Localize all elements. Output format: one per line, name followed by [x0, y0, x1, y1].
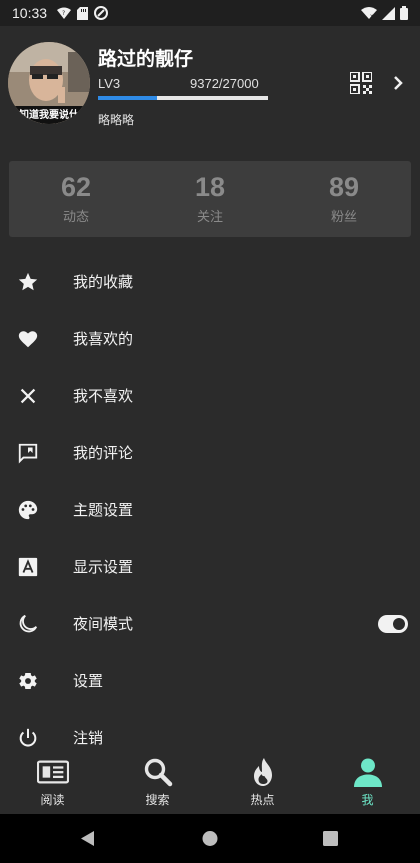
nav-item-hot[interactable]: 热点	[210, 752, 315, 814]
profile-header[interactable]: 知道我要说什 路过的靓仔 LV3 9372/27000 略略略	[0, 26, 420, 146]
menu-list: 我的收藏 我喜欢的 我不喜欢 我的评论 主题设置 显示设置 夜间模式 设置 注销	[0, 253, 420, 766]
menu-item-night-mode[interactable]: 夜间模式	[0, 595, 420, 652]
nav-label: 热点	[250, 793, 275, 807]
menu-label: 夜间模式	[73, 615, 134, 633]
exp-progress-fill	[98, 96, 157, 100]
flame-icon	[247, 756, 279, 788]
nav-item-read[interactable]: 阅读	[0, 752, 105, 814]
menu-label: 我的收藏	[73, 273, 134, 291]
menu-item-liked[interactable]: 我喜欢的	[0, 310, 420, 367]
menu-label: 我的评论	[73, 444, 134, 462]
system-nav-bar	[0, 814, 420, 863]
avatar-caption: 知道我要说什	[18, 108, 79, 121]
stat-posts[interactable]: 62 动态	[9, 161, 143, 237]
nav-label: 我	[361, 793, 374, 807]
close-icon	[17, 385, 39, 407]
wifi-question-icon: ?	[57, 7, 72, 19]
nav-item-me[interactable]: 我	[315, 752, 420, 814]
sd-card-icon	[77, 6, 89, 20]
person-icon	[352, 756, 384, 788]
gear-icon	[17, 670, 39, 692]
stat-value: 89	[328, 172, 360, 202]
menu-item-display[interactable]: 显示设置	[0, 538, 420, 595]
font-icon	[17, 556, 39, 578]
menu-label: 注销	[73, 729, 104, 747]
menu-item-theme[interactable]: 主题设置	[0, 481, 420, 538]
menu-label: 主题设置	[73, 501, 134, 519]
avatar[interactable]: 知道我要说什	[8, 42, 90, 124]
home-icon[interactable]	[202, 831, 218, 846]
exp-text: 9372/27000	[190, 76, 259, 91]
status-time: 10:33	[12, 5, 48, 21]
stat-value: 62	[60, 172, 92, 202]
status-bar: 10:33 ? x	[0, 0, 420, 26]
moon-icon	[17, 613, 39, 635]
menu-label: 我喜欢的	[73, 330, 134, 348]
stat-followers[interactable]: 89 粉丝	[277, 161, 411, 237]
star-icon	[17, 271, 39, 293]
back-icon[interactable]	[81, 831, 94, 846]
battery-icon	[400, 6, 408, 20]
nav-item-search[interactable]: 搜索	[105, 752, 210, 814]
menu-label: 设置	[73, 672, 104, 690]
power-icon	[17, 727, 39, 749]
stat-label: 动态	[62, 210, 89, 225]
bottom-nav: 阅读 搜索 热点 我	[0, 752, 420, 814]
signature: 略略略	[98, 113, 135, 127]
search-icon	[142, 756, 174, 788]
svg-text:x: x	[370, 13, 374, 19]
heart-icon	[17, 328, 39, 350]
stat-label: 粉丝	[330, 210, 357, 225]
cell-signal-icon	[382, 6, 395, 20]
nav-label: 搜索	[145, 793, 170, 807]
qr-code-button[interactable]	[349, 71, 373, 95]
menu-label: 显示设置	[73, 558, 134, 576]
level-label: LV3	[98, 76, 121, 91]
vpn-icon	[94, 6, 109, 20]
wifi-signal-icon: x	[361, 7, 377, 19]
stat-value: 18	[194, 172, 226, 202]
comment-icon	[17, 442, 39, 464]
stat-label: 关注	[196, 210, 223, 225]
stats-card: 62 动态 18 关注 89 粉丝	[9, 161, 411, 237]
newspaper-icon	[36, 756, 69, 788]
username: 路过的靓仔	[98, 48, 194, 70]
stat-following[interactable]: 18 关注	[143, 161, 277, 237]
qr-code-icon	[349, 71, 373, 95]
recents-icon[interactable]	[323, 831, 338, 846]
profile-arrow-button[interactable]	[388, 73, 408, 93]
exp-progress-bar	[98, 96, 268, 100]
menu-item-comments[interactable]: 我的评论	[0, 424, 420, 481]
night-mode-toggle[interactable]	[378, 614, 408, 633]
menu-item-settings[interactable]: 设置	[0, 652, 420, 709]
chevron-right-icon	[394, 76, 403, 90]
menu-label: 我不喜欢	[73, 387, 134, 405]
palette-icon	[17, 499, 39, 521]
menu-item-favorites[interactable]: 我的收藏	[0, 253, 420, 310]
nav-label: 阅读	[40, 793, 65, 807]
svg-text:?: ?	[62, 10, 65, 17]
menu-item-disliked[interactable]: 我不喜欢	[0, 367, 420, 424]
toggle-knob	[393, 617, 405, 630]
